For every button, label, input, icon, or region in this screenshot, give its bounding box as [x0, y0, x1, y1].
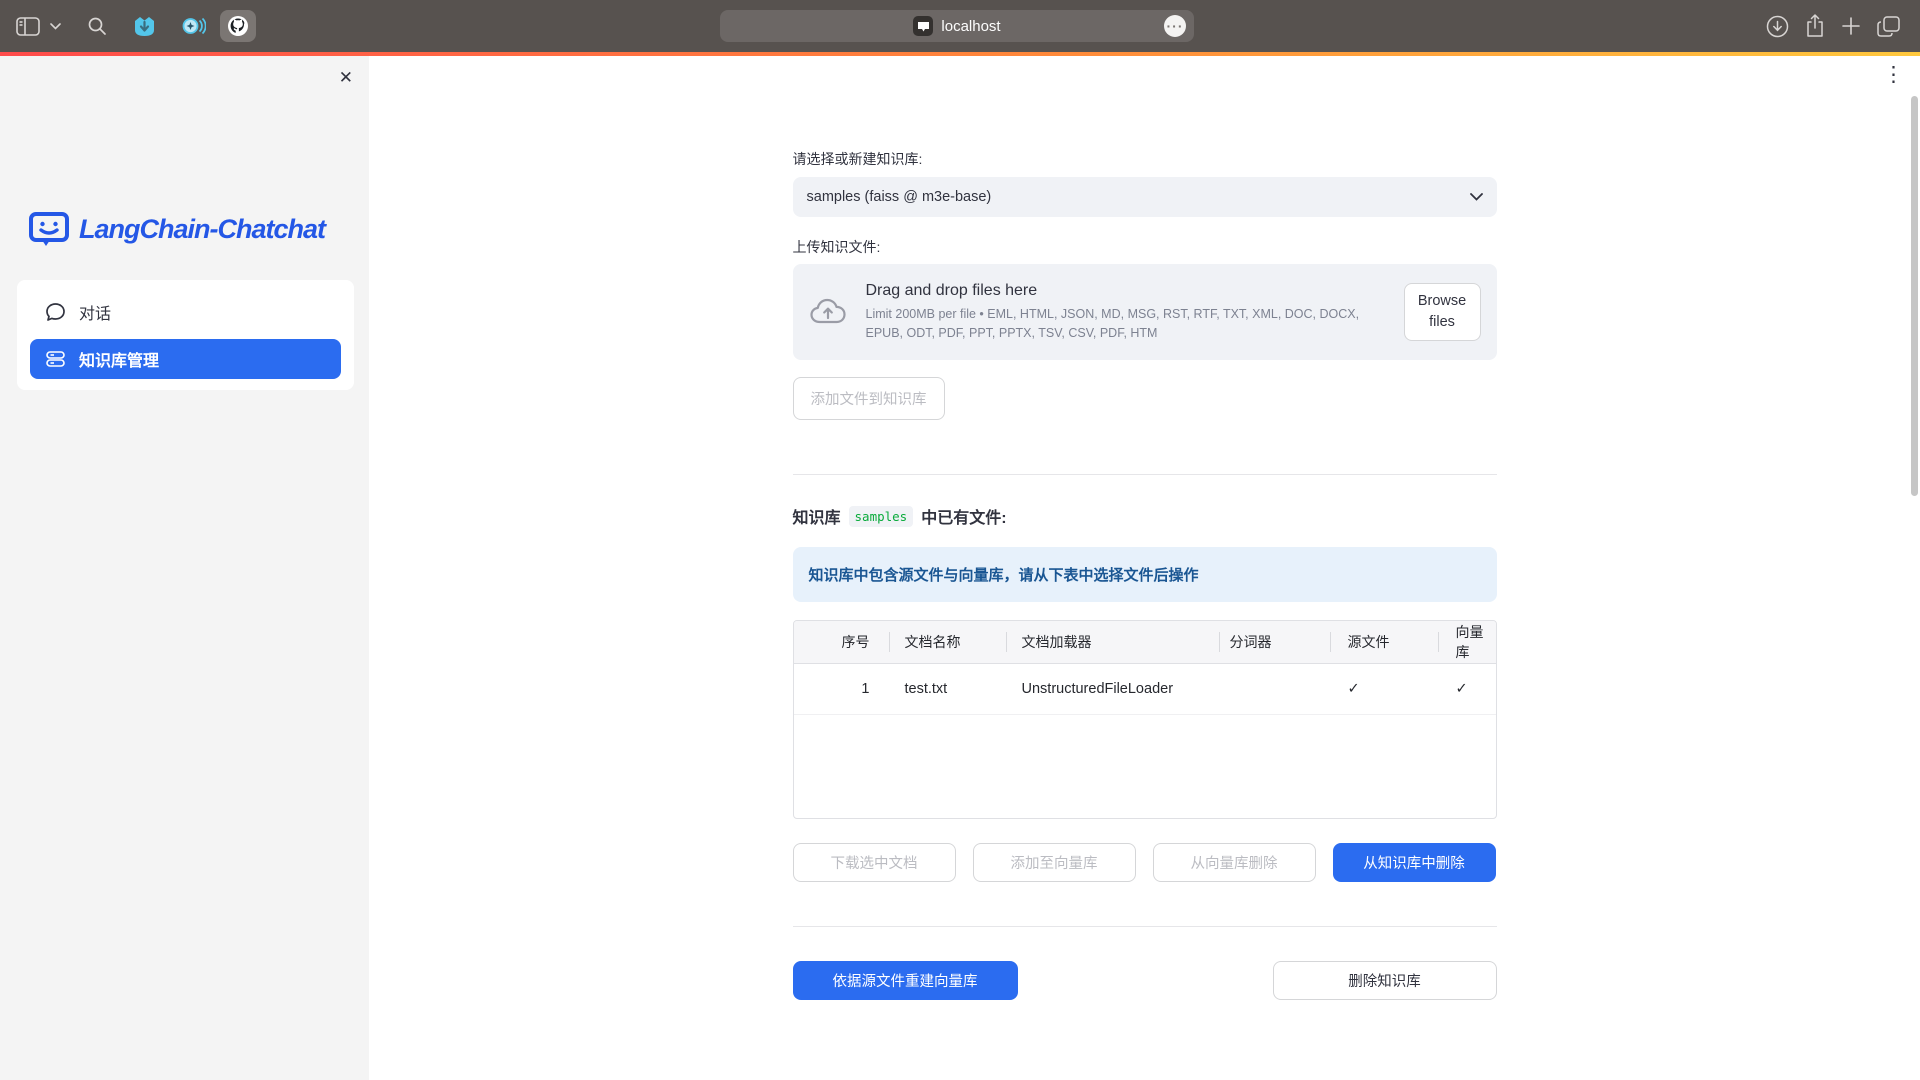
page-scrollbar[interactable]: [1911, 96, 1918, 496]
search-icon[interactable]: [87, 16, 107, 36]
col-header-splitter: 分词器: [1219, 621, 1330, 663]
address-url: localhost: [941, 18, 1000, 35]
sidebar: ✕ LangChain-Chatchat 对: [0, 56, 369, 1080]
page-content: 请选择或新建知识库: samples (faiss @ m3e-base) 上传…: [793, 56, 1497, 1000]
sidebar-item-knowledge-base[interactable]: 知识库管理: [30, 339, 341, 379]
existing-files-heading: 知识库 samples 中已有文件:: [793, 504, 1497, 528]
delete-kb-button[interactable]: 删除知识库: [1273, 961, 1497, 1000]
page-menu-kebab-icon[interactable]: ⋮: [1883, 62, 1904, 87]
tab-overview-icon[interactable]: [1877, 16, 1900, 37]
col-header-source-file: 源文件: [1330, 621, 1438, 663]
sidebar-item-label: 知识库管理: [79, 347, 159, 371]
cell-source-file-check: ✓: [1330, 681, 1438, 697]
sidebar-item-label: 对话: [79, 300, 111, 324]
chat-bubble-icon: [45, 302, 66, 322]
cell-vector-store-check: ✓: [1438, 681, 1496, 697]
table-action-buttons: 下载选中文档 添加至向量库 从向量库删除 从知识库中删除: [793, 843, 1497, 882]
upload-label: 上传知识文件:: [793, 238, 1497, 256]
delete-from-kb-button[interactable]: 从知识库中删除: [1333, 843, 1496, 882]
add-to-vector-store-button[interactable]: 添加至向量库: [973, 843, 1136, 882]
add-files-to-kb-button[interactable]: 添加文件到知识库: [793, 377, 945, 420]
file-dropzone[interactable]: Drag and drop files here Limit 200MB per…: [793, 264, 1497, 360]
downloads-icon[interactable]: [1766, 15, 1789, 38]
sidebar-item-chat[interactable]: 对话: [30, 291, 341, 332]
table-row[interactable]: 1 test.txt UnstructuredFileLoader ✓ ✓: [794, 664, 1496, 715]
col-header-index: 序号: [794, 621, 889, 663]
cell-doc-name: test.txt: [889, 681, 1006, 697]
download-selected-button[interactable]: 下载选中文档: [793, 843, 956, 882]
cloud-upload-icon: [809, 296, 849, 328]
divider: [793, 474, 1497, 475]
heading-suffix: 中已有文件:: [921, 504, 1006, 528]
heading-prefix: 知识库: [793, 504, 841, 528]
col-header-vector-store: 向量库: [1438, 621, 1496, 663]
table-header-row: 序号 文档名称 文档加载器 分词器 源文件 向量库: [794, 621, 1496, 664]
chevron-down-icon: [1470, 193, 1483, 201]
browser-toolbar: localhost ···: [0, 0, 1920, 52]
kb-select-dropdown[interactable]: samples (faiss @ m3e-base): [793, 177, 1497, 217]
app-logo: LangChain-Chatchat: [28, 208, 325, 250]
app-logo-text: LangChain-Chatchat: [79, 214, 325, 245]
chatchat-logo-icon: [28, 208, 70, 250]
extension-cat-icon[interactable]: [133, 16, 156, 37]
browse-files-button[interactable]: Browse files: [1404, 283, 1481, 341]
kb-files-table[interactable]: 序号 文档名称 文档加载器 分词器 源文件 向量库 1 test.txt Uns…: [793, 620, 1497, 819]
rebuild-vector-store-button[interactable]: 依据源文件重建向量库: [793, 961, 1018, 1000]
address-bar[interactable]: localhost ···: [720, 10, 1194, 42]
divider: [793, 926, 1497, 927]
kb-name-code: samples: [849, 506, 914, 527]
sidebar-nav: 对话 知识库管理: [17, 280, 354, 390]
share-icon[interactable]: [1805, 14, 1825, 38]
dropzone-limit: Limit 200MB per file • EML, HTML, JSON, …: [866, 305, 1378, 341]
address-more-icon[interactable]: ···: [1164, 15, 1186, 37]
info-banner: 知识库中包含源文件与向量库，请从下表中选择文件后操作: [793, 547, 1497, 602]
github-icon: [226, 14, 250, 38]
sidebar-chevron-down-icon[interactable]: [50, 23, 61, 30]
col-header-doc-name: 文档名称: [889, 621, 1006, 663]
github-extension-active-bg[interactable]: [220, 10, 256, 42]
main-area: ⋮ 请选择或新建知识库: samples (faiss @ m3e-base) …: [369, 56, 1920, 1080]
col-header-loader: 文档加载器: [1006, 621, 1219, 663]
kb-select-label: 请选择或新建知识库:: [793, 150, 1497, 168]
site-favicon: [913, 16, 933, 36]
delete-from-vector-store-button[interactable]: 从向量库删除: [1153, 843, 1316, 882]
info-message: 知识库中包含源文件与向量库，请从下表中选择文件后操作: [809, 564, 1199, 585]
dropzone-texts: Drag and drop files here Limit 200MB per…: [866, 282, 1378, 341]
cell-loader: UnstructuredFileLoader: [1006, 681, 1219, 697]
extension-echo-icon[interactable]: [182, 16, 206, 36]
database-stack-icon: [45, 350, 66, 368]
sidebar-close-icon[interactable]: ✕: [339, 68, 353, 88]
kb-bottom-buttons: 依据源文件重建向量库 删除知识库: [793, 961, 1497, 1000]
sidebar-toggle-icon[interactable]: [16, 17, 40, 36]
new-tab-icon[interactable]: [1841, 16, 1861, 36]
cell-index: 1: [794, 681, 889, 697]
dropzone-title: Drag and drop files here: [866, 282, 1378, 300]
kb-select-value: samples (faiss @ m3e-base): [807, 189, 992, 205]
